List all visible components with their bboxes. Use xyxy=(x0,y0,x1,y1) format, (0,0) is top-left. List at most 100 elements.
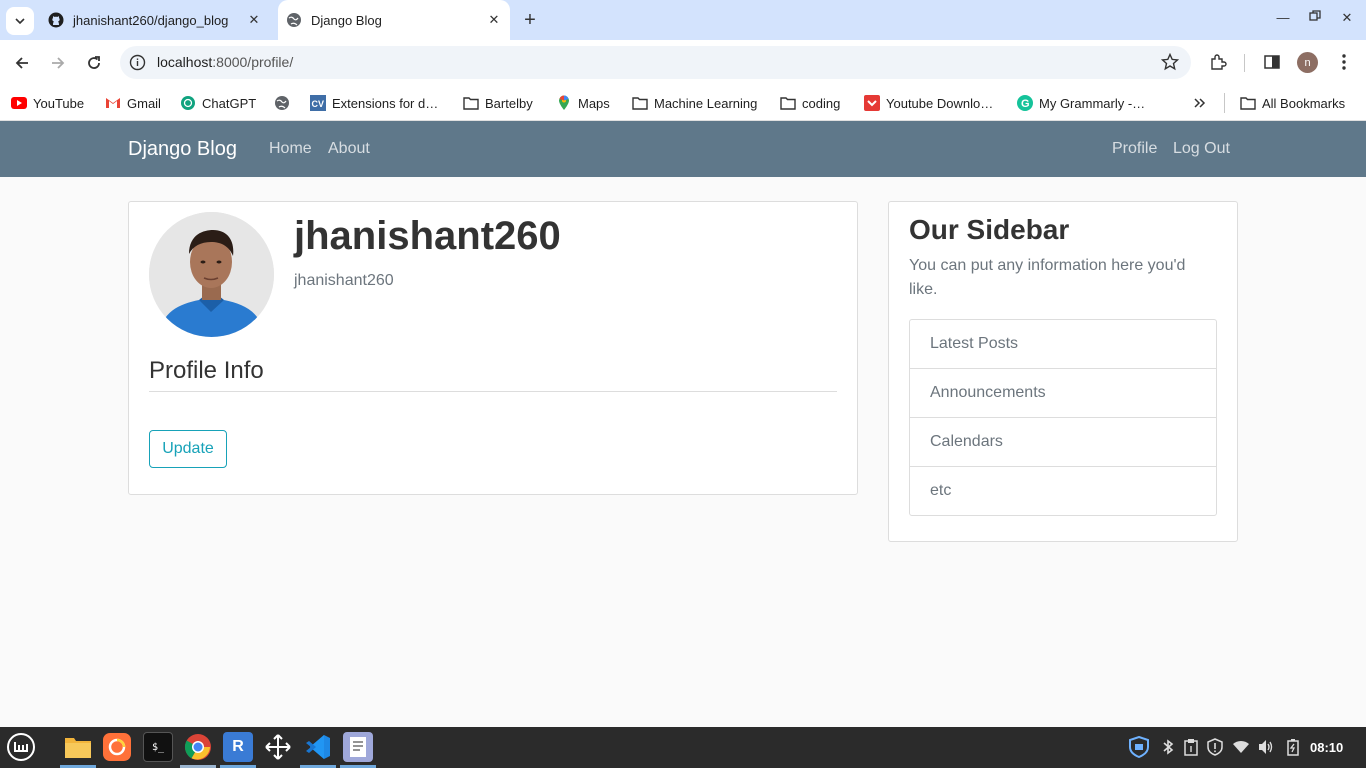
bookmark-globe[interactable] xyxy=(274,92,296,114)
sidebar-list: Latest Posts Announcements Calendars etc xyxy=(909,319,1217,516)
nav-profile-link[interactable]: Profile xyxy=(1112,140,1157,158)
sidebar-item-announcements[interactable]: Announcements xyxy=(910,369,1216,418)
account-username-heading: jhanishant260 xyxy=(294,214,561,258)
grammarly-icon: G xyxy=(1017,95,1033,111)
profile-avatar[interactable]: n xyxy=(1297,52,1318,73)
mint-menu-icon[interactable] xyxy=(6,732,36,762)
vnc-icon[interactable]: R xyxy=(223,732,253,762)
tab-github[interactable]: jhanishant260/django_blog ✕ xyxy=(40,0,270,40)
bookmark-youtube[interactable]: YouTube xyxy=(11,92,84,114)
bookmark-star-icon[interactable] xyxy=(1161,53,1179,71)
update-button[interactable]: Update xyxy=(149,430,227,468)
sidebar-item-calendars[interactable]: Calendars xyxy=(910,418,1216,467)
tab-title: Django Blog xyxy=(311,12,382,28)
folder-icon xyxy=(632,95,648,111)
update-shield-icon[interactable] xyxy=(1206,738,1224,756)
forward-icon[interactable] xyxy=(47,52,69,74)
volume-icon[interactable] xyxy=(1257,738,1275,756)
folder-icon xyxy=(463,95,479,111)
bookmark-youtube-downloader[interactable]: Youtube Downlo… xyxy=(864,92,993,114)
vscode-icon[interactable] xyxy=(303,732,333,762)
cv-icon: CV xyxy=(310,95,326,111)
globe-icon xyxy=(274,95,290,111)
nav-about-link[interactable]: About xyxy=(328,140,370,158)
move-tool-icon[interactable] xyxy=(263,732,293,762)
site-info-icon[interactable] xyxy=(129,54,146,71)
extensions-icon[interactable] xyxy=(1208,52,1228,72)
toolbar-divider xyxy=(1244,54,1245,72)
all-bookmarks-folder[interactable]: All Bookmarks xyxy=(1240,92,1345,114)
bluetooth-icon[interactable] xyxy=(1159,738,1177,756)
globe-icon xyxy=(286,12,302,28)
bookmark-folder-machine-learning[interactable]: Machine Learning xyxy=(632,92,757,114)
url-path: :8000/profile/ xyxy=(212,54,294,70)
folder-icon xyxy=(780,95,796,111)
clipboard-icon[interactable] xyxy=(1182,738,1200,756)
clock-time[interactable]: 08:10 xyxy=(1310,740,1343,755)
tab-title: jhanishant260/django_blog xyxy=(73,12,229,28)
bookmark-label: All Bookmarks xyxy=(1262,95,1346,111)
menu-dots-icon[interactable] xyxy=(1334,52,1354,72)
account-email: jhanishant260 xyxy=(294,272,394,289)
bookmarks-divider xyxy=(1224,93,1225,113)
battery-icon[interactable] xyxy=(1284,738,1302,756)
site-navbar: Django Blog Home About Profile Log Out xyxy=(0,121,1366,177)
bookmark-label: Bartelby xyxy=(485,95,533,111)
sidebar-title: Our Sidebar xyxy=(909,214,1070,245)
youtube-downloader-icon xyxy=(864,95,880,111)
more-bookmarks-chevron-icon[interactable] xyxy=(1193,92,1207,114)
maps-icon xyxy=(556,95,572,111)
back-icon[interactable] xyxy=(11,52,33,74)
bookmark-extensions[interactable]: CV Extensions for d… xyxy=(310,92,438,114)
sidebar-text: You can put any information here you'd l… xyxy=(909,257,1186,298)
bookmark-label: ChatGPT xyxy=(202,95,257,111)
bookmark-label: Maps xyxy=(578,95,610,111)
browser-toolbar: localhost:8000/profile/ n xyxy=(0,40,1366,86)
chatgpt-icon xyxy=(180,95,196,111)
url-host: localhost xyxy=(157,54,213,70)
tab-strip: jhanishant260/django_blog ✕ Django Blog … xyxy=(0,0,1366,40)
bookmark-label: Gmail xyxy=(127,95,161,111)
chevron-down-icon xyxy=(15,18,25,25)
bookmarks-bar: YouTube Gmail ChatGPT CV Extensions for … xyxy=(0,86,1366,121)
close-icon[interactable]: ✕ xyxy=(246,12,262,28)
sidebar-item-latest-posts[interactable]: Latest Posts xyxy=(910,320,1216,369)
files-icon[interactable] xyxy=(63,732,93,762)
tab-django-blog[interactable]: Django Blog ✕ xyxy=(278,0,510,40)
bookmark-folder-bartelby[interactable]: Bartelby xyxy=(463,92,533,114)
sidebar-item-etc[interactable]: etc xyxy=(910,467,1216,515)
bookmark-label: coding xyxy=(802,95,841,111)
terminal-icon[interactable]: $_ xyxy=(143,732,173,762)
nav-home-link[interactable]: Home xyxy=(269,140,312,158)
svg-text:CV: CV xyxy=(312,99,325,109)
profile-picture xyxy=(149,212,274,337)
close-icon[interactable]: ✕ xyxy=(486,12,502,28)
bookmark-chatgpt[interactable]: ChatGPT xyxy=(180,92,256,114)
tab-search-button[interactable] xyxy=(6,7,34,35)
bookmark-maps[interactable]: Maps xyxy=(556,92,610,114)
bookmark-folder-coding[interactable]: coding xyxy=(780,92,840,114)
side-panel-icon[interactable] xyxy=(1262,52,1282,72)
minimize-icon[interactable]: — xyxy=(1273,10,1293,30)
profile-info-legend: Profile Info xyxy=(149,357,837,392)
new-tab-icon[interactable]: + xyxy=(518,10,542,30)
window-close-icon[interactable]: ✕ xyxy=(1337,10,1357,30)
shield-icon[interactable] xyxy=(1128,736,1150,758)
url-text[interactable]: localhost:8000/profile/ xyxy=(157,54,293,70)
text-editor-icon[interactable] xyxy=(343,732,373,762)
reload-icon[interactable] xyxy=(83,52,105,74)
address-bar[interactable]: localhost:8000/profile/ xyxy=(120,46,1191,79)
brand-link[interactable]: Django Blog xyxy=(128,138,237,161)
chrome-icon[interactable] xyxy=(183,732,213,762)
bookmark-gmail[interactable]: Gmail xyxy=(105,92,161,114)
youtube-icon xyxy=(11,95,27,111)
nav-logout-link[interactable]: Log Out xyxy=(1173,140,1230,158)
bookmark-label: My Grammarly -… xyxy=(1039,95,1146,111)
svg-text:G: G xyxy=(1021,98,1030,110)
wifi-icon[interactable] xyxy=(1232,738,1250,756)
restore-icon[interactable] xyxy=(1305,10,1325,30)
bookmark-grammarly[interactable]: G My Grammarly -… xyxy=(1017,92,1145,114)
bookmark-label: Machine Learning xyxy=(654,95,758,111)
gmail-icon xyxy=(105,95,121,111)
firefox-icon[interactable] xyxy=(103,733,131,761)
